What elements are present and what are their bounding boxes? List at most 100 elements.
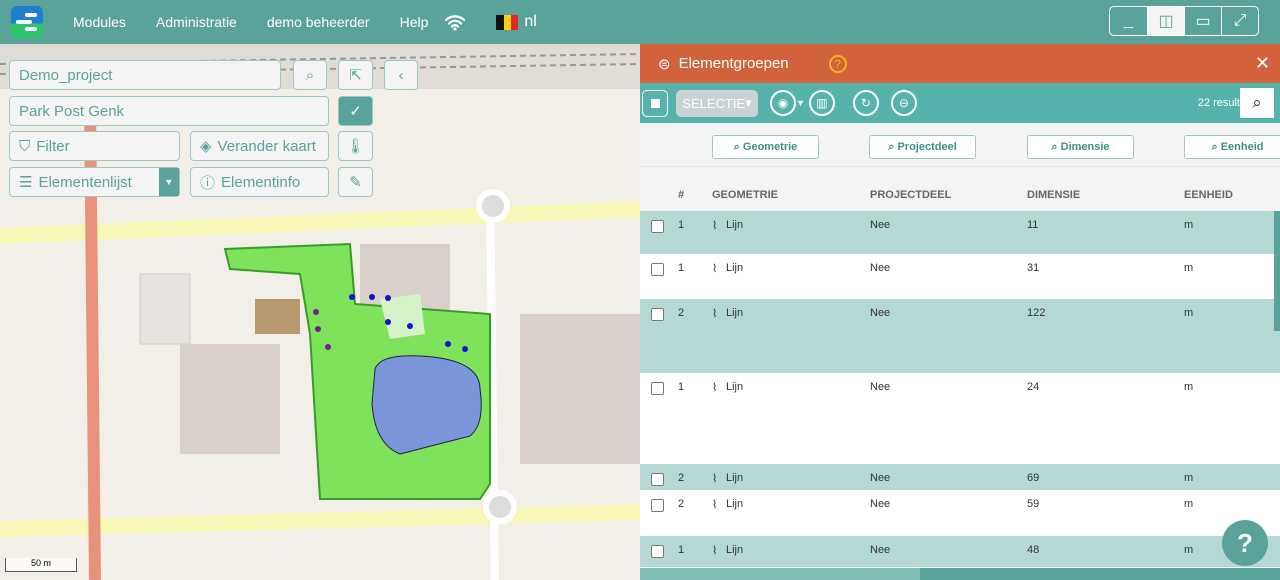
row-checkbox[interactable]	[651, 545, 664, 558]
selectie-dropdown[interactable]: SELECTIE ▾	[676, 89, 758, 117]
row-geometrie: Lijn	[726, 472, 744, 484]
line-geometry-icon: ⌇	[712, 382, 718, 394]
row-projectdeel: Nee	[870, 381, 891, 393]
row-checkbox[interactable]	[651, 263, 664, 276]
filter-label: Filter	[36, 137, 70, 155]
line-geometry-icon: ⌇	[712, 308, 718, 320]
visibility-eye-icon[interactable]: ◉	[770, 90, 796, 116]
row-checkbox[interactable]	[651, 382, 664, 395]
collapse-chevron-icon[interactable]: ‹	[384, 60, 418, 90]
row-projectdeel: Nee	[870, 219, 891, 231]
select-all-checkbox[interactable]	[642, 89, 668, 117]
table-row[interactable]: 2 ⌇ Lijn Nee 59 m	[640, 490, 1280, 536]
top-navbar: Modules Administratie demo beheerder Hel…	[0, 0, 1280, 44]
row-checkbox[interactable]	[651, 499, 664, 512]
col-eenheid[interactable]: EENHEID	[1184, 189, 1233, 201]
table-row[interactable]: 1 ⌇ Lijn Nee 31 m	[640, 254, 1280, 299]
horizontal-scrollbar[interactable]	[640, 568, 1280, 580]
row-number: 2	[678, 307, 685, 319]
project-input[interactable]: Demo_project	[9, 60, 281, 90]
split-view-button[interactable]: ◫	[1147, 7, 1184, 35]
table-row[interactable]: 2 ⌇ Lijn Nee 69 m	[640, 464, 1280, 490]
layers-icon: ◈	[200, 138, 212, 155]
col-geometrie[interactable]: GEOMETRIE	[712, 189, 778, 201]
row-number: 1	[678, 544, 685, 556]
row-checkbox[interactable]	[651, 473, 664, 486]
nav-administratie[interactable]: Administratie	[156, 14, 237, 30]
help-question-icon[interactable]: ?	[828, 54, 847, 73]
row-projectdeel: Nee	[870, 544, 891, 556]
panel-header: ⊜ Elementgroepen ? ✕	[640, 44, 1280, 83]
map-view[interactable]: Demo_project ⌕ ⇱ ‹ Park Post Genk ✓ ⛉ Fil…	[0, 44, 640, 580]
search-button[interactable]: ⌕	[1240, 88, 1274, 118]
element-groups-panel: ⊜ Elementgroepen ? ✕ SELECTIE ▾ ◉ ▼ ▥ ↻ ⊖ …	[640, 44, 1280, 580]
site-input[interactable]: Park Post Genk	[9, 96, 329, 126]
layout-switcher: _ ◫ ▭ ⤢	[1109, 6, 1259, 36]
element-list-label: Elementenlijst	[38, 173, 132, 191]
row-dimensie: 69	[1027, 472, 1040, 484]
nav-help[interactable]: Help	[400, 14, 429, 30]
filter-dimensie-button[interactable]: ⌕ Dimensie	[1027, 135, 1134, 159]
nav-user[interactable]: demo beheerder	[267, 14, 370, 30]
filter-projectdeel-button[interactable]: ⌕ Projectdeel	[869, 135, 976, 159]
verified-badge-icon[interactable]: ✓	[338, 96, 373, 126]
row-number: 1	[678, 219, 685, 231]
belgium-flag-icon[interactable]	[496, 14, 519, 30]
filter-geometrie-button[interactable]: ⌕ Geometrie	[712, 135, 819, 159]
col-dimensie[interactable]: DIMENSIE	[1027, 189, 1080, 201]
filter-eenheid-button[interactable]: ⌕ Eenheid	[1184, 135, 1280, 159]
col-number[interactable]: #	[678, 189, 684, 201]
select-pointer-icon[interactable]: ⇱	[338, 60, 373, 90]
chart-icon[interactable]: ▥	[808, 90, 835, 116]
line-geometry-icon: ⌇	[712, 473, 718, 485]
nav-modules[interactable]: Modules	[73, 14, 126, 30]
table-row[interactable]: 1 ⌇ Lijn Nee 11 m	[640, 211, 1280, 254]
row-number: 2	[678, 472, 685, 484]
fullscreen-button[interactable]: ⤢	[1221, 7, 1258, 35]
line-geometry-icon: ⌇	[712, 220, 718, 232]
line-geometry-icon: ⌇	[712, 263, 718, 275]
filter-button[interactable]: ⛉ Filter	[9, 131, 180, 161]
table-body: 1 ⌇ Lijn Nee 11 m 1 ⌇ Lijn Nee 31 m 2 ⌇ …	[640, 211, 1280, 567]
language-selector[interactable]: nl	[524, 13, 536, 31]
list-icon: ☰	[19, 174, 33, 191]
slider-icon[interactable]: ⊖	[890, 90, 917, 116]
search-icon[interactable]: ⌕	[293, 60, 327, 90]
change-map-button[interactable]: ◈ Verander kaart	[190, 131, 329, 161]
list-icon: ⊜	[658, 55, 671, 73]
table-header: # GEOMETRIE PROJECTDEEL DIMENSIE EENHEID	[640, 167, 1280, 211]
app-logo[interactable]	[11, 6, 43, 38]
table-row[interactable]: 1 ⌇ Lijn Nee 48 m	[640, 536, 1280, 567]
row-eenheid: m	[1184, 262, 1194, 274]
row-number: 1	[678, 381, 685, 393]
horizontal-split-button[interactable]: ▭	[1184, 7, 1221, 35]
row-projectdeel: Nee	[870, 498, 891, 510]
element-info-label: Elementinfo	[221, 173, 301, 191]
column-filters: ⌕ Geometrie ⌕ Projectdeel ⌕ Dimensie ⌕ E…	[640, 123, 1280, 167]
vertical-scrollbar[interactable]	[1274, 211, 1280, 331]
row-dimensie: 31	[1027, 262, 1040, 274]
line-geometry-icon: ⌇	[712, 499, 718, 511]
row-checkbox[interactable]	[651, 308, 664, 321]
row-checkbox[interactable]	[651, 220, 664, 233]
help-button[interactable]: ?	[1222, 520, 1268, 566]
row-geometrie: Lijn	[726, 498, 744, 510]
table-row[interactable]: 2 ⌇ Lijn Nee 122 m	[640, 299, 1280, 373]
element-list-button[interactable]: ☰ Elementenlijst ▼	[9, 167, 180, 197]
line-geometry-icon: ⌇	[712, 545, 718, 557]
col-projectdeel[interactable]: PROJECTDEEL	[870, 189, 951, 201]
pencil-icon[interactable]: ✎	[338, 167, 373, 197]
minimize-panel-button[interactable]: _	[1110, 7, 1147, 35]
selectie-label: SELECTIE	[682, 95, 746, 111]
scale-bar: 50 m	[5, 558, 77, 572]
thermometer-icon[interactable]: 🌡︎	[338, 131, 373, 161]
panel-toolbar: SELECTIE ▾ ◉ ▼ ▥ ↻ ⊖ 22 result ⌕	[640, 83, 1280, 123]
close-icon[interactable]: ✕	[1255, 53, 1270, 74]
refresh-icon[interactable]: ↻	[852, 90, 879, 116]
table-row[interactable]: 1 ⌇ Lijn Nee 24 m	[640, 373, 1280, 464]
element-info-button[interactable]: ⓘ Elementinfo	[190, 167, 329, 197]
dropdown-caret-icon[interactable]: ▼	[159, 168, 179, 196]
row-dimensie: 59	[1027, 498, 1040, 510]
row-geometrie: Lijn	[726, 544, 744, 556]
row-dimensie: 11	[1027, 219, 1039, 231]
